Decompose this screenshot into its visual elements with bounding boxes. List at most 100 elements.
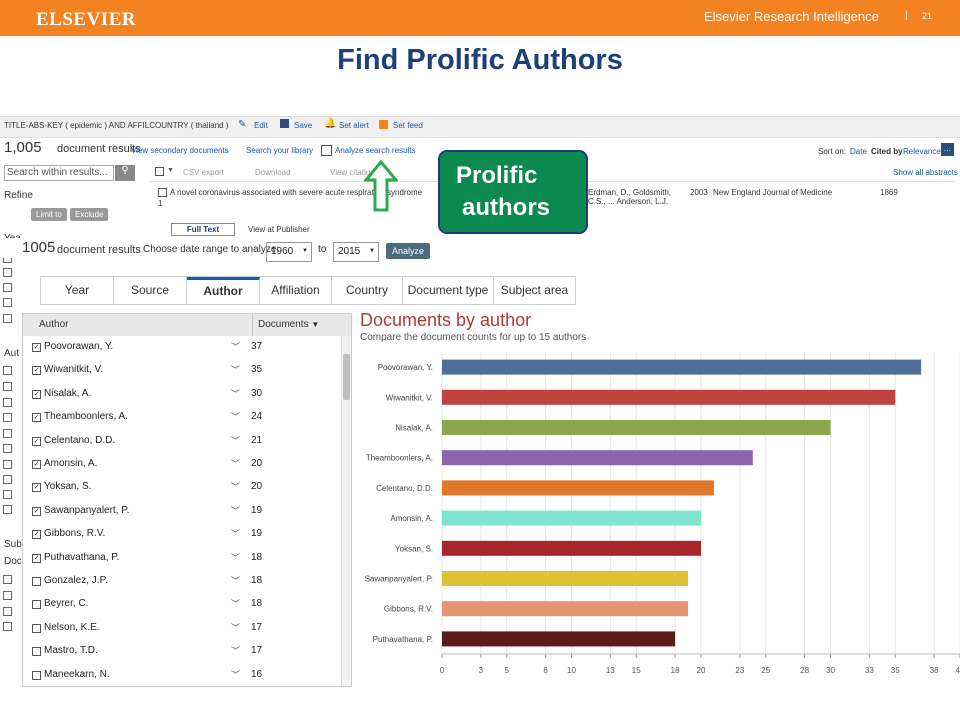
row-checkbox[interactable]: ✓ xyxy=(32,506,41,516)
author-column-header[interactable]: Author xyxy=(23,314,253,336)
chevron-down-icon[interactable]: ﹀ xyxy=(231,434,240,447)
row-checkbox[interactable]: ✓ xyxy=(32,366,41,376)
facet-checkbox[interactable] xyxy=(3,398,12,407)
facet-checkbox[interactable] xyxy=(3,413,12,422)
table-row[interactable]: Nelson, K.E. ﹀ 17 xyxy=(23,617,341,640)
tab-document-type[interactable]: Document type xyxy=(403,277,494,304)
table-row[interactable]: ✓ Sawanpanyalert, P. ﹀ 19 xyxy=(23,500,341,523)
full-text-button[interactable]: Full Text xyxy=(171,223,235,236)
chevron-down-icon[interactable]: ﹀ xyxy=(231,551,240,564)
facet-checkbox[interactable] xyxy=(3,314,12,323)
table-row[interactable]: ✓ Gibbons, R.V. ﹀ 19 xyxy=(23,523,341,546)
chevron-down-icon[interactable]: ﹀ xyxy=(231,597,240,610)
result-source[interactable]: New England Journal of Medicine xyxy=(713,188,832,197)
chevron-down-icon[interactable]: ﹀ xyxy=(231,363,240,376)
table-row[interactable]: Beyrer, C. ﹀ 18 xyxy=(23,593,341,616)
table-row[interactable]: ✓ Puthavathana, P. ﹀ 18 xyxy=(23,547,341,570)
facet-checkbox[interactable] xyxy=(3,460,12,469)
tab-year[interactable]: Year xyxy=(41,277,114,304)
limit-to-button[interactable]: Limit to xyxy=(31,208,67,221)
author-name[interactable]: Sawanpanyalert, P. xyxy=(44,505,129,516)
author-name[interactable]: Nisalak, A. xyxy=(44,388,91,399)
sort-cited[interactable]: Cited by xyxy=(871,147,903,156)
chevron-down-icon[interactable]: ﹀ xyxy=(231,387,240,400)
set-feed-link[interactable]: Set feed xyxy=(393,121,423,130)
row-checkbox[interactable] xyxy=(32,577,41,586)
chevron-down-icon[interactable]: ﹀ xyxy=(231,340,240,353)
select-all-checkbox[interactable] xyxy=(155,167,164,176)
row-checkbox[interactable] xyxy=(32,647,41,657)
tab-author[interactable]: Author xyxy=(187,277,260,304)
edit-link[interactable]: Edit xyxy=(254,121,268,130)
analyze-results-link[interactable]: Analyze search results xyxy=(335,146,415,155)
chevron-down-icon[interactable]: ﹀ xyxy=(231,480,240,493)
scrollbar[interactable] xyxy=(341,336,351,686)
to-year-select[interactable]: 2015 ▼ xyxy=(333,242,379,262)
facet-checkbox[interactable] xyxy=(3,366,12,375)
author-name[interactable]: Celentano, D.D. xyxy=(44,435,115,446)
tab-source[interactable]: Source xyxy=(114,277,187,304)
row-checkbox[interactable] xyxy=(32,670,41,680)
edit-icon[interactable]: ✎ xyxy=(238,119,246,130)
author-name[interactable]: Wiwanitkit, V. xyxy=(44,364,103,375)
row-checkbox[interactable]: ✓ xyxy=(32,343,41,352)
facet-checkbox[interactable] xyxy=(3,298,12,307)
facet-checkbox[interactable] xyxy=(3,283,12,292)
author-name[interactable]: Gonzalez, J.P. xyxy=(44,575,108,586)
search-within-input[interactable]: Search within results... xyxy=(4,165,114,181)
table-row[interactable]: ✓ Poovorawan, Y. ﹀ 37 xyxy=(23,336,341,359)
row-checkbox[interactable] xyxy=(32,623,41,633)
exclude-button[interactable]: Exclude xyxy=(70,208,109,221)
sort-date[interactable]: Date xyxy=(850,147,867,156)
tab-subject-area[interactable]: Subject area xyxy=(494,277,575,304)
chevron-down-icon[interactable]: ﹀ xyxy=(231,504,240,517)
bell-icon[interactable]: 🔔 xyxy=(324,118,336,129)
table-row[interactable]: Mastro, T.D. ﹀ 17 xyxy=(23,640,341,663)
view-secondary-link[interactable]: View secondary documents xyxy=(131,146,229,155)
chart-icon[interactable] xyxy=(321,145,332,156)
author-name[interactable]: Beyrer, C. xyxy=(44,598,88,609)
facet-checkbox[interactable] xyxy=(3,429,12,438)
table-row[interactable]: Maneekarn, N. ﹀ 16 xyxy=(23,664,341,686)
result-authors[interactable]: Erdman, D., Goldsmith, C.S., ... Anderso… xyxy=(588,188,686,206)
author-name[interactable]: Puthavathana, P. xyxy=(44,552,119,563)
author-name[interactable]: Gibbons, R.V. xyxy=(44,528,105,539)
author-name[interactable]: Amonsin, A. xyxy=(44,458,97,469)
chevron-down-icon[interactable]: ﹀ xyxy=(231,644,240,657)
row-checkbox[interactable]: ✓ xyxy=(32,389,41,399)
table-row[interactable]: ✓ Amonsin, A. ﹀ 20 xyxy=(23,453,341,476)
tab-country[interactable]: Country xyxy=(332,277,403,304)
show-all-abstracts-link[interactable]: Show all abstracts xyxy=(893,168,958,177)
facet-checkbox[interactable] xyxy=(3,607,12,616)
csv-export-link[interactable]: CSV export xyxy=(183,168,224,177)
author-name[interactable]: Mastro, T.D. xyxy=(44,645,98,656)
facet-checkbox[interactable] xyxy=(3,505,12,514)
chevron-down-icon[interactable]: ▼ xyxy=(167,167,174,174)
search-library-link[interactable]: Search your library xyxy=(246,146,313,155)
row-checkbox[interactable]: ✓ xyxy=(32,460,41,469)
row-checkbox[interactable] xyxy=(32,600,41,610)
author-name[interactable]: Maneekarn, N. xyxy=(44,669,110,680)
table-row[interactable]: ✓ Celentano, D.D. ﹀ 21 xyxy=(23,430,341,453)
tab-affiliation[interactable]: Affiliation xyxy=(260,277,332,304)
analyze-button[interactable]: Analyze xyxy=(386,243,431,259)
chevron-down-icon[interactable]: ﹀ xyxy=(231,410,240,423)
author-name[interactable]: Poovorawan, Y. xyxy=(44,341,113,352)
table-row[interactable]: Gonzalez, J.P. ﹀ 18 xyxy=(23,570,341,593)
row-checkbox[interactable]: ✓ xyxy=(32,483,41,493)
sort-relevance[interactable]: Relevance xyxy=(903,147,941,156)
chevron-down-icon[interactable]: ﹀ xyxy=(231,527,240,540)
view-publisher-link[interactable]: View at Publisher xyxy=(248,225,310,234)
table-row[interactable]: ✓ Yoksan, S. ﹀ 20 xyxy=(23,476,341,499)
facet-checkbox[interactable] xyxy=(3,382,12,391)
table-row[interactable]: ✓ Theamboonlers, A. ﹀ 24 xyxy=(23,406,341,429)
sort-menu-button[interactable]: … xyxy=(941,143,954,156)
search-icon[interactable]: ⚲ xyxy=(115,165,135,181)
save-link[interactable]: Save xyxy=(294,121,312,130)
facet-checkbox[interactable] xyxy=(3,444,12,453)
facet-checkbox[interactable] xyxy=(3,591,12,600)
row-checkbox[interactable]: ✓ xyxy=(32,436,41,446)
facet-checkbox[interactable] xyxy=(3,490,12,499)
from-year-select[interactable]: 1960 ▼ xyxy=(266,242,312,262)
author-name[interactable]: Nelson, K.E. xyxy=(44,622,100,633)
